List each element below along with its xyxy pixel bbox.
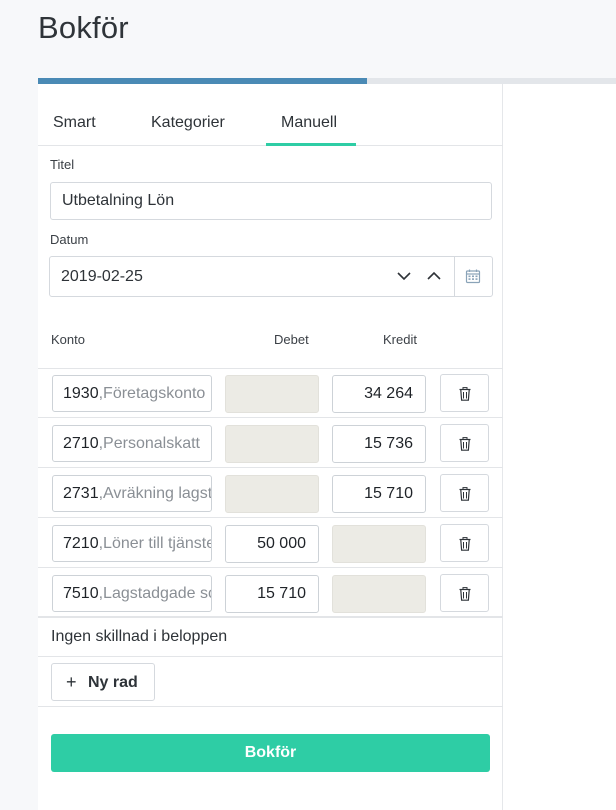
chevron-down-icon[interactable]	[395, 267, 413, 285]
entry-row: 2710,Personalskatt 15 736	[38, 418, 503, 468]
delete-row-button[interactable]	[440, 424, 489, 462]
date-label: Datum	[50, 232, 89, 247]
active-tab-indicator	[266, 143, 356, 146]
account-input[interactable]: 1930,Företagskonto	[52, 375, 212, 412]
kredit-input[interactable]: 34 264	[332, 375, 426, 413]
account-input[interactable]: 7510,Lagstadgade sociala	[52, 575, 212, 612]
divider	[38, 656, 503, 657]
kredit-input[interactable]: 15 710	[332, 475, 426, 513]
account-name: ,Företagskonto	[98, 385, 206, 402]
debet-input	[225, 475, 319, 513]
debet-input	[225, 375, 319, 413]
account-number: 1930	[63, 385, 99, 402]
page-title: Bokför	[38, 10, 129, 45]
account-number: 7210	[63, 535, 99, 552]
column-debet: Debet	[274, 332, 309, 347]
trash-icon	[459, 387, 471, 401]
title-label: Titel	[50, 157, 75, 172]
account-input[interactable]: 2710,Personalskatt	[52, 425, 212, 462]
column-konto: Konto	[51, 332, 85, 347]
divider	[38, 617, 503, 618]
delete-row-button[interactable]	[440, 474, 489, 512]
booking-panel: Smart Kategorier Manuell Titel Utbetalni…	[38, 84, 503, 810]
date-field[interactable]: 2019-02-25	[49, 256, 493, 297]
divider	[38, 616, 503, 617]
trash-icon	[459, 487, 471, 501]
divider	[38, 706, 503, 707]
add-row-button[interactable]: + Ny rad	[51, 663, 155, 701]
entry-row: 7210,Löner till tjänstemän 50 000	[38, 518, 503, 568]
account-name: ,Personalskatt	[98, 435, 200, 452]
account-number: 7510	[63, 585, 99, 602]
account-number: 2710	[63, 435, 99, 452]
trash-icon	[459, 587, 471, 601]
entry-row: 1930,Företagskonto 34 264	[38, 368, 503, 418]
debet-input[interactable]: 15 710	[225, 575, 319, 613]
tab-bar: Smart Kategorier Manuell	[38, 84, 503, 146]
calendar-icon[interactable]	[465, 268, 481, 284]
debet-input[interactable]: 50 000	[225, 525, 319, 563]
tab-smart[interactable]: Smart	[53, 114, 96, 132]
submit-button[interactable]: Bokför	[51, 734, 490, 772]
debet-input	[225, 425, 319, 463]
account-name: ,Löner till tjänstemän	[98, 535, 211, 552]
entry-row: 7510,Lagstadgade sociala 15 710	[38, 568, 503, 618]
title-input[interactable]: Utbetalning Lön	[50, 182, 492, 220]
account-input[interactable]: 7210,Löner till tjänstemän	[52, 525, 212, 562]
column-kredit: Kredit	[383, 332, 417, 347]
account-name: ,Avräkning lagstadgade	[98, 485, 212, 502]
delete-row-button[interactable]	[440, 574, 489, 612]
tab-kategorier[interactable]: Kategorier	[151, 114, 225, 132]
trash-icon	[459, 537, 471, 551]
chevron-up-icon[interactable]	[425, 267, 443, 285]
account-number: 2731	[63, 485, 99, 502]
account-name: ,Lagstadgade sociala	[98, 585, 211, 602]
difference-status: Ingen skillnad i beloppen	[51, 628, 228, 645]
delete-row-button[interactable]	[440, 524, 489, 562]
account-input[interactable]: 2731,Avräkning lagstadgade	[52, 475, 212, 512]
date-divider	[454, 257, 455, 296]
delete-row-button[interactable]	[440, 374, 489, 412]
trash-icon	[459, 437, 471, 451]
kredit-input	[332, 525, 426, 563]
entry-row: 2731,Avräkning lagstadgade 15 710	[38, 468, 503, 518]
right-area	[503, 84, 616, 810]
plus-icon: +	[66, 672, 77, 692]
add-row-label: Ny rad	[88, 674, 138, 691]
tab-manuell[interactable]: Manuell	[281, 114, 337, 132]
kredit-input[interactable]: 15 736	[332, 425, 426, 463]
date-value[interactable]: 2019-02-25	[61, 268, 143, 286]
kredit-input	[332, 575, 426, 613]
